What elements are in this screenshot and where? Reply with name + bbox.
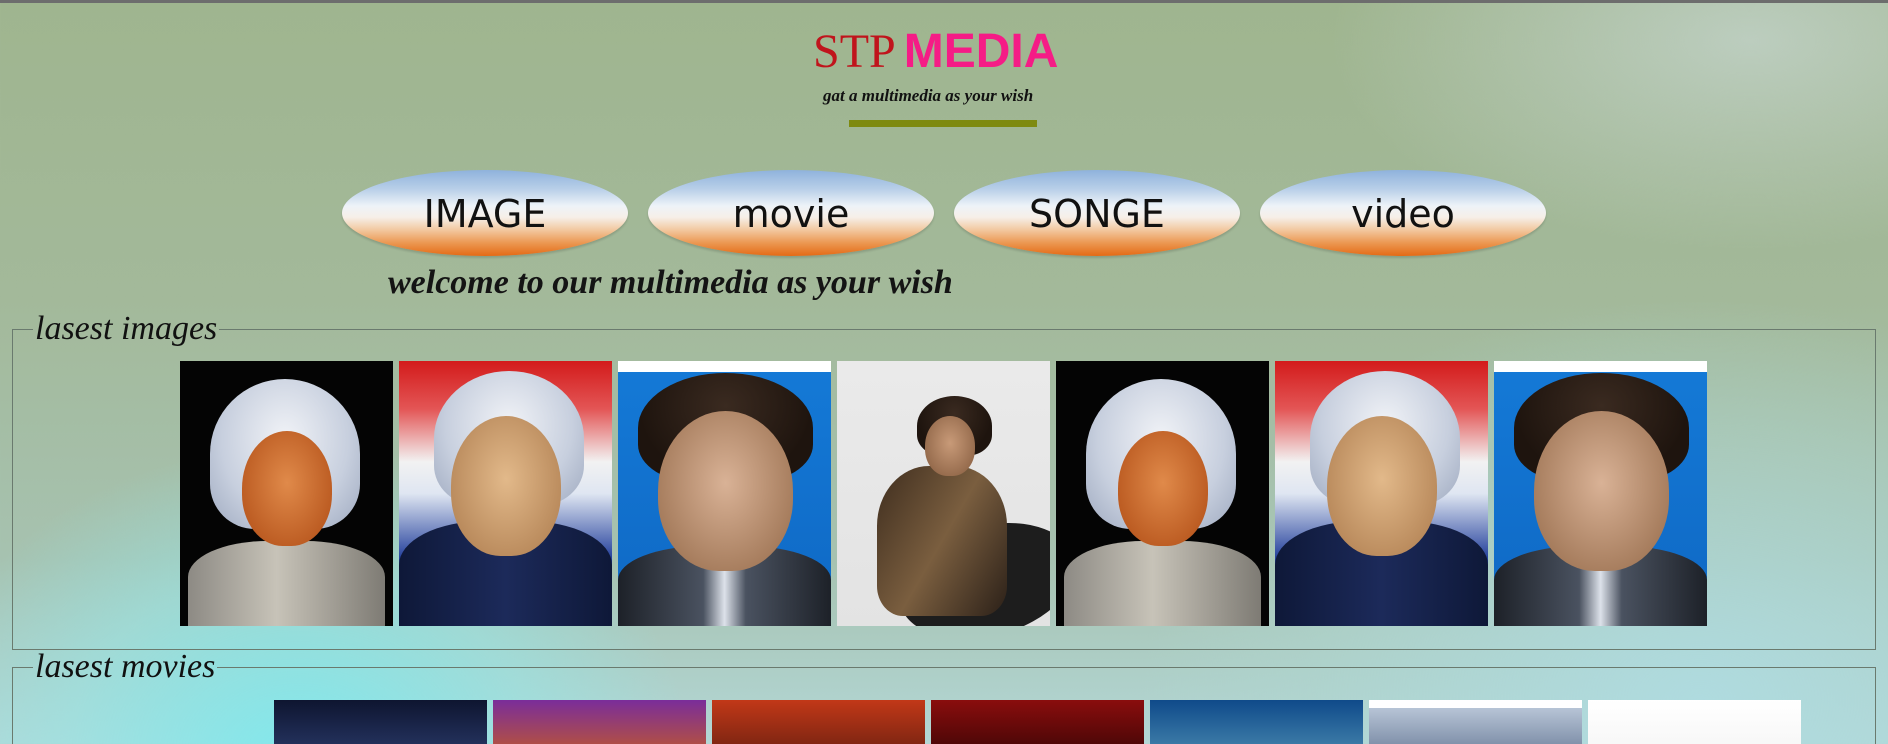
- image-thumbnail[interactable]: [1494, 361, 1707, 626]
- movie-thumbnail[interactable]: [931, 700, 1144, 744]
- nav-songe-label: SONGE: [1029, 192, 1165, 236]
- movie-thumbnail[interactable]: [1150, 700, 1363, 744]
- latest-images-legend: lasest images: [35, 310, 218, 347]
- image-thumbnail[interactable]: [837, 361, 1050, 626]
- image-thumbnail[interactable]: [618, 361, 831, 626]
- logo-media-text: MEDIA: [903, 25, 1059, 78]
- nav-image-button[interactable]: IMAGE: [342, 170, 628, 256]
- site-tagline: gat a multimedia as your wish: [823, 86, 1034, 105]
- nav-movie-button[interactable]: movie: [648, 170, 934, 256]
- site-logo: STP MEDIA: [813, 24, 1058, 79]
- nav-songe-button[interactable]: SONGE: [954, 170, 1240, 256]
- movie-thumbnail[interactable]: [493, 700, 706, 744]
- movie-thumbnail[interactable]: [274, 700, 487, 744]
- movie-thumbnail[interactable]: [1588, 700, 1801, 744]
- latest-images-gallery: [180, 361, 1707, 626]
- nav-video-button[interactable]: video: [1260, 170, 1546, 256]
- movie-thumbnail[interactable]: [1369, 700, 1582, 744]
- image-thumbnail[interactable]: [1056, 361, 1269, 626]
- nav-video-label: video: [1351, 192, 1455, 236]
- latest-movies-legend: lasest movies: [35, 648, 216, 685]
- image-thumbnail[interactable]: [399, 361, 612, 626]
- nav-movie-label: movie: [732, 192, 850, 236]
- top-border: [0, 0, 1888, 3]
- welcome-heading: welcome to our multimedia as your wish: [388, 264, 953, 301]
- movie-thumbnail[interactable]: [712, 700, 925, 744]
- tagline-underline: [849, 120, 1037, 127]
- nav-image-label: IMAGE: [423, 192, 547, 236]
- image-thumbnail[interactable]: [180, 361, 393, 626]
- logo-stp-text: STP: [813, 25, 896, 78]
- image-thumbnail[interactable]: [1275, 361, 1488, 626]
- latest-movies-gallery: [274, 700, 1801, 744]
